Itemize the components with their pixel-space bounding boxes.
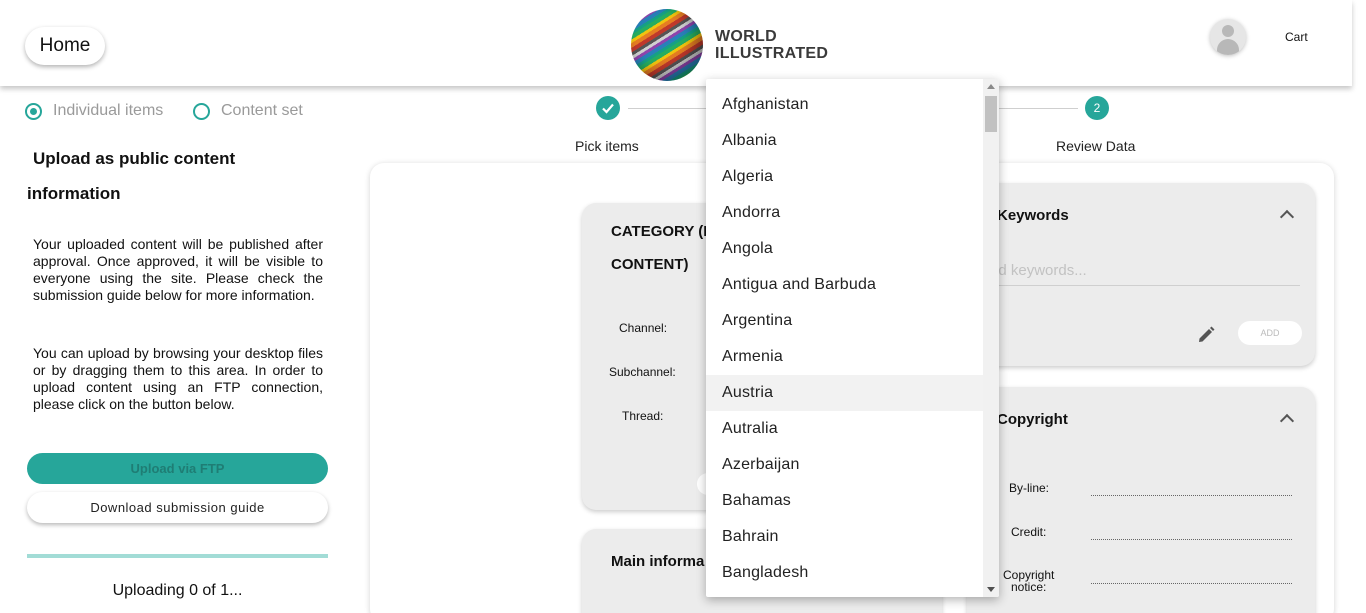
upload-title-line1: Upload as public content <box>33 149 236 168</box>
channel-label: Channel: <box>619 321 668 335</box>
thread-label: Thread: <box>622 409 664 423</box>
copyright-notice-field[interactable] <box>1091 583 1292 584</box>
home-button[interactable]: Home <box>25 27 105 65</box>
dropdown-option[interactable]: Algeria <box>706 159 983 195</box>
dropdown-option[interactable]: Bangladesh <box>706 555 983 591</box>
user-avatar-icon[interactable] <box>1210 19 1246 55</box>
dropdown-option[interactable]: Bahamas <box>706 483 983 519</box>
copyright-title: Copyright <box>997 411 1068 428</box>
add-keyword-button[interactable]: ADD <box>1238 321 1302 345</box>
cart-link[interactable]: Cart <box>1285 30 1308 44</box>
upload-method-text: You can upload by browsing your desktop … <box>33 345 323 412</box>
dropdown-option[interactable]: Andorra <box>706 195 983 231</box>
dropdown-option[interactable]: Armenia <box>706 339 983 375</box>
byline-field[interactable] <box>1091 495 1292 496</box>
category-title-line2: CONTENT) <box>611 256 689 273</box>
upload-title-line2: information <box>27 184 121 203</box>
upload-via-ftp-button[interactable]: Upload via FTP <box>27 453 328 484</box>
dropdown-scrollbar[interactable] <box>983 79 999 597</box>
site-logo-text[interactable]: WORLD ILLUSTRATED <box>715 28 828 62</box>
approval-info-text: Your uploaded content will be published … <box>33 236 323 303</box>
dropdown-option[interactable]: Bahrain <box>706 519 983 555</box>
dropdown-option[interactable]: Antigua and Barbuda <box>706 267 983 303</box>
copyright-notice-label: Copyright notice: <box>1003 569 1054 593</box>
radio-checked-icon[interactable] <box>25 102 42 120</box>
radio-individual-items[interactable]: Individual items <box>25 102 163 120</box>
edit-pencil-icon[interactable] <box>1196 325 1216 350</box>
radio-content-set-label: Content set <box>221 102 303 119</box>
logo-line-2: ILLUSTRATED <box>715 45 829 62</box>
credit-label: Credit: <box>1011 525 1047 539</box>
stepper-connector-left <box>628 108 708 109</box>
world-illustrated-logo-icon[interactable] <box>631 9 703 81</box>
byline-label: By-line: <box>1009 481 1050 495</box>
dropdown-option[interactable]: Angola <box>706 231 983 267</box>
dropdown-option[interactable]: Albania <box>706 123 983 159</box>
logo-line-1: WORLD <box>715 28 777 45</box>
scroll-down-arrow-icon[interactable] <box>987 587 995 592</box>
uploading-status: Uploading 0 of 1... <box>112 582 243 599</box>
keywords-title: Keywords <box>997 207 1069 224</box>
step-complete-check-icon[interactable] <box>596 96 620 120</box>
dropdown-option-hovered[interactable]: Austria <box>706 375 983 411</box>
top-header: Home WORLD ILLUSTRATED Cart <box>0 0 1352 86</box>
stepper-connector-right <box>998 108 1078 109</box>
radio-individual-label: Individual items <box>53 102 164 119</box>
upload-progress-bar <box>27 554 328 558</box>
step-2-indicator[interactable]: 2 <box>1085 96 1109 120</box>
dropdown-option[interactable]: Argentina <box>706 303 983 339</box>
scrollbar-thumb[interactable] <box>985 96 997 132</box>
country-dropdown-list[interactable]: Afghanistan Albania Algeria Andorra Ango… <box>706 79 999 597</box>
main-information-title: Main informa <box>611 553 705 570</box>
radio-content-set[interactable]: Content set <box>193 102 303 120</box>
step-pick-items-label: Pick items <box>575 138 639 154</box>
copyright-notice-line2: notice: <box>1011 580 1047 594</box>
step-review-data-label: Review Data <box>1056 138 1136 154</box>
dropdown-option[interactable]: Afghanistan <box>706 87 983 123</box>
scroll-up-arrow-icon[interactable] <box>987 84 995 89</box>
avatar-body <box>1217 39 1239 55</box>
credit-field[interactable] <box>1091 539 1292 540</box>
avatar-head <box>1222 25 1234 37</box>
dropdown-option[interactable]: Autralia <box>706 411 983 447</box>
download-guide-button[interactable]: Download submission guide <box>27 492 328 523</box>
dropdown-option[interactable]: Azerbaijan <box>706 447 983 483</box>
radio-unchecked-icon[interactable] <box>193 102 210 120</box>
subchannel-label: Subchannel: <box>609 365 676 379</box>
category-title-line1: CATEGORY (I <box>611 223 708 240</box>
keywords-input[interactable]: dd keywords... <box>990 262 1300 286</box>
